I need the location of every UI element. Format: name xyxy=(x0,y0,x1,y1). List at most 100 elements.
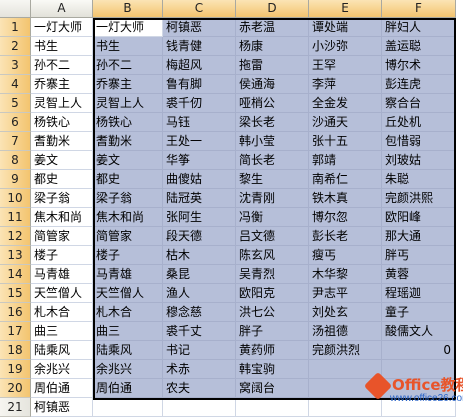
cell-a19[interactable]: 余兆兴 xyxy=(31,360,93,379)
cell-f19[interactable] xyxy=(382,360,456,379)
cell-f8[interactable]: 刘玻姑 xyxy=(382,151,456,170)
cell-e18[interactable]: 完颜洪烈 xyxy=(309,341,382,360)
cell-d19[interactable]: 韩宝驹 xyxy=(236,360,309,379)
cell-e2[interactable]: 小沙弥 xyxy=(309,37,382,56)
row-header-7[interactable]: 7 xyxy=(0,132,31,151)
cell-c8[interactable]: 华筝 xyxy=(163,151,236,170)
cell-f14[interactable]: 黄蓉 xyxy=(382,265,456,284)
cell-b15[interactable]: 天竺僧人 xyxy=(93,284,163,303)
cell-f13[interactable]: 胖丐 xyxy=(382,246,456,265)
cell-c20[interactable]: 农夫 xyxy=(163,379,236,398)
cell-a1[interactable]: 一灯大师 xyxy=(31,18,93,37)
cell-d4[interactable]: 侯通海 xyxy=(236,75,309,94)
cell-d13[interactable]: 陈玄风 xyxy=(236,246,309,265)
cell-f21[interactable] xyxy=(382,398,456,417)
cell-c3[interactable]: 梅超风 xyxy=(163,56,236,75)
cell-c11[interactable]: 张阿生 xyxy=(163,208,236,227)
cell-c6[interactable]: 马钰 xyxy=(163,113,236,132)
cell-b7[interactable]: 耆勤米 xyxy=(93,132,163,151)
cell-b2[interactable]: 书生 xyxy=(93,37,163,56)
column-header-c[interactable]: C xyxy=(163,0,236,18)
cell-c15[interactable]: 渔人 xyxy=(163,284,236,303)
cell-e11[interactable]: 博尔忽 xyxy=(309,208,382,227)
cell-e14[interactable]: 木华黎 xyxy=(309,265,382,284)
cell-b5[interactable]: 灵智上人 xyxy=(93,94,163,113)
cell-f15[interactable]: 程瑶迦 xyxy=(382,284,456,303)
cell-e4[interactable]: 李萍 xyxy=(309,75,382,94)
cell-e20[interactable] xyxy=(309,379,382,398)
cell-d9[interactable]: 黎生 xyxy=(236,170,309,189)
row-header-13[interactable]: 13 xyxy=(0,246,31,265)
cell-e12[interactable]: 彭长老 xyxy=(309,227,382,246)
cell-b1[interactable]: 一灯大师 xyxy=(93,18,163,37)
row-header-20[interactable]: 20 xyxy=(0,379,31,398)
cell-a13[interactable]: 楼子 xyxy=(31,246,93,265)
cell-f4[interactable]: 彭连虎 xyxy=(382,75,456,94)
row-header-5[interactable]: 5 xyxy=(0,94,31,113)
cell-f6[interactable]: 丘处机 xyxy=(382,113,456,132)
cell-f16[interactable]: 童子 xyxy=(382,303,456,322)
cell-b12[interactable]: 简管家 xyxy=(93,227,163,246)
cell-d8[interactable]: 简长老 xyxy=(236,151,309,170)
cell-b21[interactable] xyxy=(93,398,163,417)
cell-d12[interactable]: 吕文德 xyxy=(236,227,309,246)
row-header-16[interactable]: 16 xyxy=(0,303,31,322)
cell-f5[interactable]: 察合台 xyxy=(382,94,456,113)
cell-f18[interactable]: 0 xyxy=(382,341,456,360)
cell-c4[interactable]: 鲁有脚 xyxy=(163,75,236,94)
cell-c14[interactable]: 桑昆 xyxy=(163,265,236,284)
cell-c10[interactable]: 陆冠英 xyxy=(163,189,236,208)
cell-a4[interactable]: 乔寨主 xyxy=(31,75,93,94)
cell-e6[interactable]: 沙通天 xyxy=(309,113,382,132)
cell-e13[interactable]: 瘦丐 xyxy=(309,246,382,265)
cell-a2[interactable]: 书生 xyxy=(31,37,93,56)
row-header-10[interactable]: 10 xyxy=(0,189,31,208)
cell-d5[interactable]: 哑梢公 xyxy=(236,94,309,113)
cell-b18[interactable]: 陆乘风 xyxy=(93,341,163,360)
row-header-6[interactable]: 6 xyxy=(0,113,31,132)
cell-b16[interactable]: 札木合 xyxy=(93,303,163,322)
cell-a8[interactable]: 姜文 xyxy=(31,151,93,170)
cell-b14[interactable]: 马青雄 xyxy=(93,265,163,284)
cell-a16[interactable]: 札木合 xyxy=(31,303,93,322)
cell-f11[interactable]: 欧阳峰 xyxy=(382,208,456,227)
row-header-8[interactable]: 8 xyxy=(0,151,31,170)
row-header-11[interactable]: 11 xyxy=(0,208,31,227)
cell-d14[interactable]: 吴青烈 xyxy=(236,265,309,284)
cell-a7[interactable]: 耆勤米 xyxy=(31,132,93,151)
cell-e19[interactable] xyxy=(309,360,382,379)
cell-a20[interactable]: 周伯通 xyxy=(31,379,93,398)
cell-a17[interactable]: 曲三 xyxy=(31,322,93,341)
cell-a10[interactable]: 梁子翁 xyxy=(31,189,93,208)
cell-d20[interactable]: 窝阔台 xyxy=(236,379,309,398)
cell-c2[interactable]: 钱青健 xyxy=(163,37,236,56)
cell-a9[interactable]: 都史 xyxy=(31,170,93,189)
cell-b10[interactable]: 梁子翁 xyxy=(93,189,163,208)
cell-e5[interactable]: 全金发 xyxy=(309,94,382,113)
cell-b3[interactable]: 孙不二 xyxy=(93,56,163,75)
cell-f12[interactable]: 那大通 xyxy=(382,227,456,246)
row-header-17[interactable]: 17 xyxy=(0,322,31,341)
cell-b8[interactable]: 姜文 xyxy=(93,151,163,170)
row-header-14[interactable]: 14 xyxy=(0,265,31,284)
row-header-2[interactable]: 2 xyxy=(0,37,31,56)
cell-c13[interactable]: 枯木 xyxy=(163,246,236,265)
cell-a18[interactable]: 陆乘风 xyxy=(31,341,93,360)
cell-d10[interactable]: 沈青刚 xyxy=(236,189,309,208)
row-header-1[interactable]: 1 xyxy=(0,18,31,37)
cell-f1[interactable]: 胖妇人 xyxy=(382,18,456,37)
cell-f9[interactable]: 朱聪 xyxy=(382,170,456,189)
column-header-a[interactable]: A xyxy=(31,0,93,18)
row-header-3[interactable]: 3 xyxy=(0,56,31,75)
cell-c17[interactable]: 裘千丈 xyxy=(163,322,236,341)
cell-a11[interactable]: 焦木和尚 xyxy=(31,208,93,227)
row-header-15[interactable]: 15 xyxy=(0,284,31,303)
cell-e16[interactable]: 刘处玄 xyxy=(309,303,382,322)
cell-e17[interactable]: 汤祖德 xyxy=(309,322,382,341)
cell-b4[interactable]: 乔寨主 xyxy=(93,75,163,94)
cell-c1[interactable]: 柯镇恶 xyxy=(163,18,236,37)
select-all-corner[interactable] xyxy=(0,0,31,18)
column-header-d[interactable]: D xyxy=(236,0,309,18)
cell-b6[interactable]: 杨铁心 xyxy=(93,113,163,132)
row-header-21[interactable]: 21 xyxy=(0,398,31,417)
